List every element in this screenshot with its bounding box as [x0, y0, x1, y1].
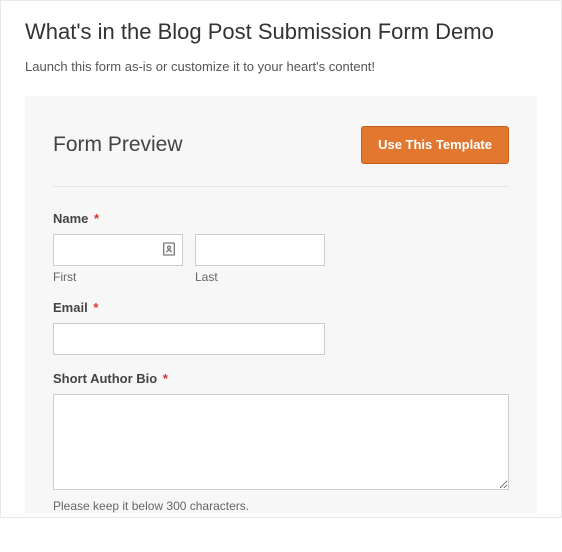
- name-required-mark: *: [94, 211, 99, 226]
- email-label-text: Email: [53, 300, 88, 315]
- email-label: Email *: [53, 300, 509, 315]
- first-name-col: First: [53, 234, 183, 284]
- email-required-mark: *: [93, 300, 98, 315]
- bio-textarea[interactable]: [53, 394, 509, 490]
- name-field: Name * First L: [53, 211, 509, 284]
- bio-field: Short Author Bio * Please keep it below …: [53, 371, 509, 513]
- last-sublabel: Last: [195, 270, 325, 284]
- first-name-wrap: [53, 234, 183, 266]
- preview-heading: Form Preview: [53, 133, 183, 157]
- last-name-input[interactable]: [195, 234, 325, 266]
- bio-helper-text: Please keep it below 300 characters.: [53, 499, 509, 513]
- name-label-text: Name: [53, 211, 88, 226]
- form-preview-card: Form Preview Use This Template Name *: [25, 96, 537, 513]
- bio-required-mark: *: [163, 371, 168, 386]
- preview-header: Form Preview Use This Template: [53, 126, 509, 187]
- email-input[interactable]: [53, 323, 325, 355]
- contact-card-icon: [161, 241, 177, 257]
- name-row: First Last: [53, 234, 509, 284]
- bio-label: Short Author Bio *: [53, 371, 509, 386]
- page-container: What's in the Blog Post Submission Form …: [0, 0, 562, 518]
- last-name-col: Last: [195, 234, 325, 284]
- email-field: Email *: [53, 300, 509, 355]
- name-label: Name *: [53, 211, 509, 226]
- page-title: What's in the Blog Post Submission Form …: [25, 19, 537, 45]
- first-sublabel: First: [53, 270, 183, 284]
- use-this-template-button[interactable]: Use This Template: [361, 126, 509, 164]
- bio-label-text: Short Author Bio: [53, 371, 157, 386]
- intro-text: Launch this form as-is or customize it t…: [25, 59, 537, 74]
